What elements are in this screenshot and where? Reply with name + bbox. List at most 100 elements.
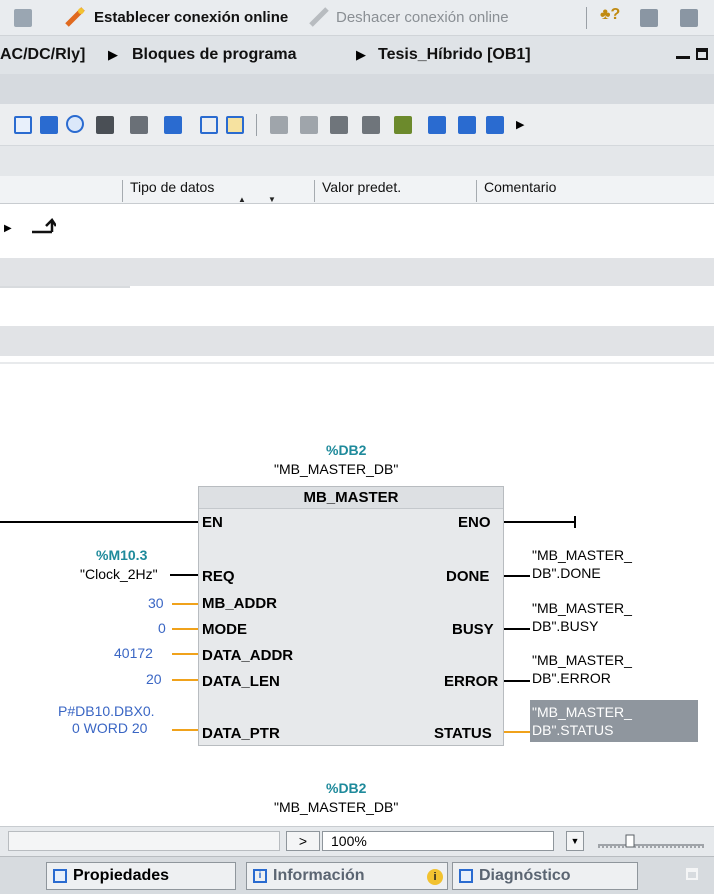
chevron-right-icon: ▶ bbox=[108, 47, 118, 62]
breadcrumb-block[interactable]: Tesis_Híbrido [OB1] bbox=[378, 46, 531, 64]
navigate-right-button[interactable]: > bbox=[286, 831, 320, 851]
data-addr-wire bbox=[172, 653, 198, 655]
watch-icon[interactable] bbox=[362, 116, 380, 134]
busy-operand-line2[interactable]: DB".BUSY bbox=[532, 618, 598, 634]
info-icon: i bbox=[253, 869, 267, 883]
data-ptr-value-line2[interactable]: 0 WORD 20 bbox=[72, 720, 147, 736]
mode-value[interactable]: 0 bbox=[158, 620, 166, 636]
req-address: %M10.3 bbox=[96, 547, 148, 563]
done-wire bbox=[504, 575, 530, 577]
diagnostics-icon bbox=[459, 869, 473, 883]
breadcrumb-program-blocks[interactable]: Bloques de programa bbox=[132, 46, 296, 64]
busy-wire bbox=[504, 628, 530, 630]
next-instance-db-name[interactable]: "MB_MASTER_DB" bbox=[274, 799, 398, 815]
data-addr-value[interactable]: 40172 bbox=[114, 645, 153, 661]
req-operand[interactable]: "Clock_2Hz" bbox=[80, 566, 158, 582]
done-operand-line2[interactable]: DB".DONE bbox=[532, 565, 601, 581]
network-view-icon[interactable] bbox=[40, 116, 58, 134]
column-header-comment[interactable]: Comentario bbox=[484, 179, 556, 195]
info-badge-icon: i bbox=[427, 869, 443, 885]
split-view-icon[interactable] bbox=[640, 9, 658, 27]
comment-icon[interactable] bbox=[66, 115, 84, 133]
pin-error: ERROR bbox=[444, 673, 499, 690]
status-operand-line2[interactable]: DB".STATUS bbox=[532, 722, 613, 738]
pin-status: STATUS bbox=[434, 725, 492, 742]
column-separator bbox=[314, 180, 315, 202]
error-operand-line1[interactable]: "MB_MASTER_ bbox=[532, 652, 632, 668]
zoom-slider[interactable] bbox=[596, 833, 706, 851]
restore-inspector-icon[interactable] bbox=[686, 868, 698, 880]
toolbar-separator bbox=[586, 7, 587, 29]
insert-row-icon[interactable] bbox=[164, 116, 182, 134]
delete-network-icon[interactable] bbox=[130, 116, 148, 134]
chevron-right-icon[interactable]: ▶ bbox=[516, 118, 524, 131]
rt-icon[interactable] bbox=[14, 9, 32, 27]
pin-busy: BUSY bbox=[452, 621, 494, 638]
pin-req: REQ bbox=[202, 568, 235, 585]
error-wire bbox=[504, 680, 530, 682]
column-header-type[interactable]: Tipo de datos bbox=[130, 179, 214, 195]
monitor-icon[interactable] bbox=[330, 116, 348, 134]
restore-icon[interactable] bbox=[696, 48, 708, 60]
insert-network-icon[interactable] bbox=[96, 116, 114, 134]
disconnect-online-button[interactable]: Deshacer conexión online bbox=[336, 9, 509, 26]
zoom-dropdown-button[interactable]: ▼ bbox=[566, 831, 584, 851]
scroll-down-icon[interactable]: ▼ bbox=[268, 195, 276, 204]
column-header-default[interactable]: Valor predet. bbox=[322, 179, 401, 195]
connect-online-icon[interactable] bbox=[64, 6, 86, 28]
data-len-value[interactable]: 20 bbox=[146, 671, 162, 687]
connect-online-button[interactable]: Establecer conexión online bbox=[94, 9, 288, 26]
interface-toggle-icon[interactable] bbox=[14, 116, 32, 134]
pin-data-len: DATA_LEN bbox=[202, 673, 280, 690]
scroll-up-icon[interactable]: ▲ bbox=[238, 195, 246, 204]
list-view-icon[interactable] bbox=[200, 116, 218, 134]
assign-icon[interactable] bbox=[428, 116, 446, 134]
network-comment-row[interactable] bbox=[0, 326, 714, 356]
tab-diagnostics-label: Diagnóstico bbox=[479, 867, 571, 884]
call-icon[interactable] bbox=[270, 116, 288, 134]
editor-titlebar: AC/DC/Rly] ▶ Bloques de programa ▶ Tesis… bbox=[0, 36, 714, 74]
mb-addr-value[interactable]: 30 bbox=[148, 595, 164, 611]
call-open-icon[interactable] bbox=[300, 116, 318, 134]
pin-mode: MODE bbox=[202, 621, 247, 638]
next-instance-db-address: %DB2 bbox=[326, 780, 367, 796]
accessible-devices-icon[interactable]: ♣? bbox=[600, 6, 620, 24]
data-ptr-value-line1[interactable]: P#DB10.DBX0. bbox=[58, 703, 155, 719]
interface-header: Tipo de datos Valor predet. Comentario ▲… bbox=[0, 176, 714, 204]
disconnect-online-icon[interactable] bbox=[308, 6, 330, 28]
tab-info[interactable]: i Información i bbox=[246, 862, 448, 890]
eno-wire bbox=[504, 521, 576, 523]
favorites-icon[interactable] bbox=[226, 116, 244, 134]
data-len-wire bbox=[172, 679, 198, 681]
contact-icon[interactable] bbox=[458, 116, 476, 134]
toolbar-separator bbox=[256, 114, 257, 136]
zoom-select[interactable]: 100% bbox=[322, 831, 554, 851]
tab-properties[interactable]: Propiedades bbox=[46, 862, 236, 890]
minimize-icon[interactable] bbox=[676, 56, 690, 59]
tab-diagnostics[interactable]: Diagnóstico bbox=[452, 862, 638, 890]
layout-icon[interactable] bbox=[680, 9, 698, 27]
busy-operand-line1[interactable]: "MB_MASTER_ bbox=[532, 600, 632, 616]
chevron-right-icon: ▶ bbox=[356, 47, 366, 62]
branch-icon[interactable] bbox=[486, 116, 504, 134]
close-branch-icon[interactable] bbox=[30, 216, 58, 236]
pin-eno: ENO bbox=[458, 514, 491, 531]
pin-en: EN bbox=[202, 514, 223, 531]
open-branch-icon[interactable]: ▶ bbox=[4, 223, 12, 234]
tab-properties-label: Propiedades bbox=[73, 867, 170, 884]
breadcrumb-device[interactable]: AC/DC/Rly] bbox=[0, 46, 85, 64]
instance-db-name[interactable]: "MB_MASTER_DB" bbox=[274, 461, 398, 477]
done-operand-line1[interactable]: "MB_MASTER_ bbox=[532, 547, 632, 563]
interface-band bbox=[0, 146, 714, 176]
network-divider bbox=[0, 362, 714, 364]
req-wire bbox=[170, 574, 198, 576]
error-operand-line2[interactable]: DB".ERROR bbox=[532, 670, 611, 686]
status-operand-line1[interactable]: "MB_MASTER_ bbox=[532, 704, 632, 720]
network-title-row[interactable] bbox=[0, 258, 714, 286]
power-rail-wire bbox=[0, 521, 198, 523]
download-icon[interactable] bbox=[394, 116, 412, 134]
horizontal-scrollbar[interactable] bbox=[8, 831, 280, 851]
editor-band bbox=[0, 74, 714, 104]
network-divider bbox=[0, 286, 130, 288]
online-toolbar: Establecer conexión online Deshacer cone… bbox=[0, 0, 714, 36]
